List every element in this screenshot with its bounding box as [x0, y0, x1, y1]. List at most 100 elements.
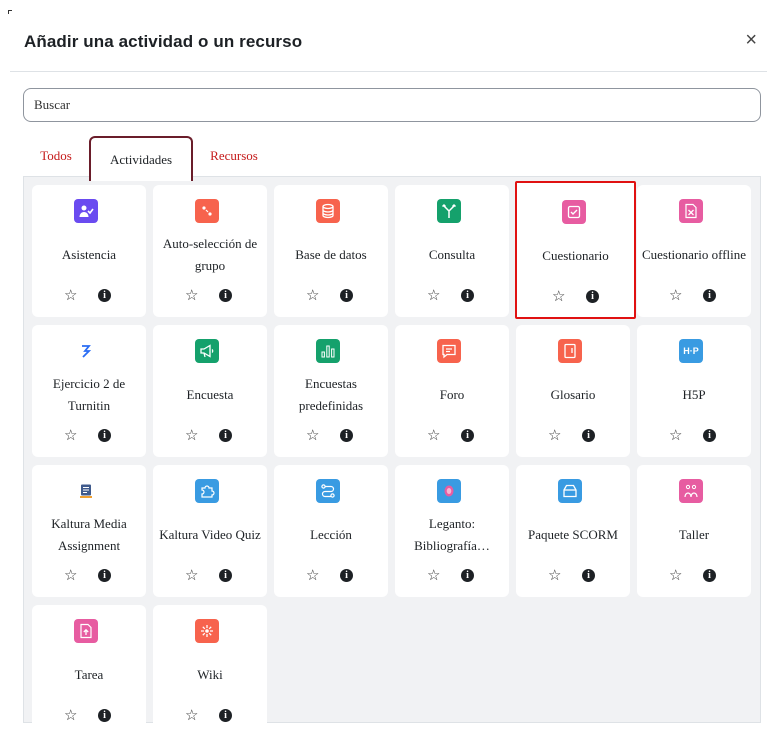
star-icon[interactable]: ☆ [306, 287, 319, 305]
kaltura-assignment-icon [74, 479, 98, 503]
search-input[interactable] [23, 88, 761, 122]
activity-card[interactable]: Ejercicio 2 de Turnitin ☆ i [32, 325, 146, 457]
activity-card[interactable]: Consulta ☆ i [395, 185, 509, 317]
activity-card[interactable]: Glosario ☆ i [516, 325, 630, 457]
activity-actions: ☆ i [32, 287, 146, 305]
info-icon[interactable]: i [98, 289, 111, 302]
star-icon[interactable]: ☆ [185, 427, 198, 445]
glossary-icon [558, 339, 582, 363]
info-icon[interactable]: i [461, 429, 474, 442]
star-icon[interactable]: ☆ [64, 287, 77, 305]
info-icon[interactable]: i [703, 289, 716, 302]
activity-name: Tarea [74, 667, 104, 682]
info-icon[interactable]: i [219, 429, 232, 442]
activity-name: Ejercicio 2 de Turnitin [52, 376, 126, 413]
star-icon[interactable]: ☆ [669, 567, 682, 585]
activity-actions: ☆ i [274, 287, 388, 305]
close-icon[interactable]: × [745, 30, 757, 50]
activity-card[interactable]: Lección ☆ i [274, 465, 388, 597]
activity-card[interactable]: Tarea ☆ i [32, 605, 146, 737]
tab-recursos[interactable]: Recursos [193, 136, 275, 176]
activity-name: Kaltura Media Assignment [51, 516, 127, 553]
activity-actions: ☆ i [153, 567, 267, 585]
star-icon[interactable]: ☆ [64, 567, 77, 585]
turnitin-icon [74, 339, 98, 363]
star-icon[interactable]: ☆ [548, 567, 561, 585]
star-icon[interactable]: ☆ [64, 427, 77, 445]
activity-name: Leganto: Bibliografía… [414, 516, 490, 553]
activity-card[interactable]: H·P H5P ☆ i [637, 325, 751, 457]
scorm-icon [558, 479, 582, 503]
activity-card[interactable]: Encuesta ☆ i [153, 325, 267, 457]
activity-card[interactable]: Leganto: Bibliografía… ☆ i [395, 465, 509, 597]
group-choice-icon [195, 199, 219, 223]
star-icon[interactable]: ☆ [306, 427, 319, 445]
activity-card[interactable]: Kaltura Video Quiz ☆ i [153, 465, 267, 597]
star-icon[interactable]: ☆ [427, 427, 440, 445]
info-icon[interactable]: i [703, 569, 716, 582]
activity-card[interactable]: Auto-selección de grupo ☆ i [153, 185, 267, 317]
info-icon[interactable]: i [340, 429, 353, 442]
star-icon[interactable]: ☆ [669, 287, 682, 305]
activity-actions: ☆ i [516, 427, 630, 445]
star-icon[interactable]: ☆ [548, 427, 561, 445]
activity-card[interactable]: Asistencia ☆ i [32, 185, 146, 317]
database-icon [316, 199, 340, 223]
star-icon[interactable]: ☆ [427, 567, 440, 585]
activity-name: Base de datos [295, 247, 367, 262]
star-icon[interactable]: ☆ [185, 567, 198, 585]
activity-card[interactable]: Base de datos ☆ i [274, 185, 388, 317]
info-icon[interactable]: i [703, 429, 716, 442]
activity-name: Foro [439, 387, 465, 402]
star-icon[interactable]: ☆ [185, 287, 198, 305]
info-icon[interactable]: i [340, 569, 353, 582]
activity-actions: ☆ i [637, 287, 751, 305]
info-icon[interactable]: i [98, 429, 111, 442]
info-icon[interactable]: i [98, 569, 111, 582]
activity-actions: ☆ i [153, 287, 267, 305]
activity-card[interactable]: Paquete SCORM ☆ i [516, 465, 630, 597]
info-icon[interactable]: i [219, 569, 232, 582]
activity-actions: ☆ i [32, 427, 146, 445]
star-icon[interactable]: ☆ [306, 567, 319, 585]
info-icon[interactable]: i [98, 709, 111, 722]
lesson-icon [316, 479, 340, 503]
activity-name: Asistencia [61, 247, 117, 262]
activity-card[interactable]: Taller ☆ i [637, 465, 751, 597]
info-icon[interactable]: i [582, 569, 595, 582]
activity-name: Consulta [428, 247, 476, 262]
activity-actions: ☆ i [637, 567, 751, 585]
star-icon[interactable]: ☆ [552, 288, 565, 306]
activity-card[interactable]: Wiki ☆ i [153, 605, 267, 737]
activity-actions: ☆ i [32, 707, 146, 725]
workshop-icon [679, 479, 703, 503]
star-icon[interactable]: ☆ [185, 707, 198, 725]
info-icon[interactable]: i [219, 709, 232, 722]
star-icon[interactable]: ☆ [64, 707, 77, 725]
activity-name: Cuestionario offline [641, 247, 747, 262]
info-icon[interactable]: i [582, 429, 595, 442]
tab-todos[interactable]: Todos [23, 136, 89, 176]
forum-icon [437, 339, 461, 363]
info-icon[interactable]: i [340, 289, 353, 302]
activity-card[interactable]: Cuestionario offline ☆ i [637, 185, 751, 317]
activity-card[interactable]: Kaltura Media Assignment ☆ i [32, 465, 146, 597]
activity-card[interactable]: Foro ☆ i [395, 325, 509, 457]
activity-actions: ☆ i [274, 427, 388, 445]
attendance-icon [74, 199, 98, 223]
info-icon[interactable]: i [461, 569, 474, 582]
tab-actividades[interactable]: Actividades [89, 136, 193, 181]
dialog-header: Añadir una actividad o un recurso × [10, 0, 767, 72]
activity-card[interactable]: Encuestas predefinidas ☆ i [274, 325, 388, 457]
star-icon[interactable]: ☆ [669, 427, 682, 445]
activity-name: Encuestas predefinidas [298, 376, 364, 413]
info-icon[interactable]: i [219, 289, 232, 302]
assignment-icon [74, 619, 98, 643]
info-icon[interactable]: i [586, 290, 599, 303]
offline-quiz-icon [679, 199, 703, 223]
activity-name: H5P [682, 387, 706, 402]
activity-card[interactable]: Cuestionario ☆ i [515, 181, 636, 319]
star-icon[interactable]: ☆ [427, 287, 440, 305]
activity-grid: Asistencia ☆ i Auto-selección de grupo ☆ i Bas… [23, 176, 761, 737]
info-icon[interactable]: i [461, 289, 474, 302]
